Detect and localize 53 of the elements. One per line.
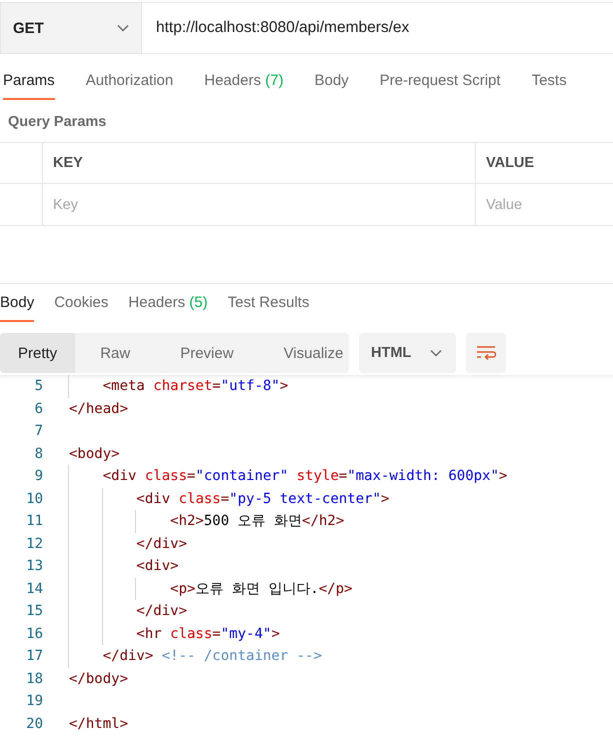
line-number: 7 (34, 423, 44, 440)
line-number: 9 (34, 468, 44, 484)
line-number: 20 (25, 716, 44, 732)
line-number: 10 (25, 490, 44, 507)
caret-icon (430, 349, 442, 357)
code-line: </div> (135, 603, 188, 620)
line-number: 16 (25, 626, 44, 642)
request-tab[interactable]: Tests (532, 72, 567, 100)
request-tab[interactable]: Authorization (86, 72, 174, 100)
request-tab[interactable]: Pre-request Script (380, 72, 501, 100)
code-line: <meta charset="utf-8"> (102, 378, 288, 394)
line-number: 18 (25, 670, 44, 687)
response-tab[interactable]: Test Results (228, 294, 310, 322)
line-number: 14 (25, 580, 44, 597)
wrap-lines-button[interactable] (466, 333, 506, 373)
code-line: <hr class="my-4"> (135, 626, 280, 642)
code-line: <h2>500 오류 화면</h2> (169, 512, 344, 530)
code-line: </html> (69, 716, 128, 732)
view-mode-option[interactable]: Preview (155, 333, 259, 373)
line-number: 8 (34, 446, 44, 462)
url-field[interactable]: http://localhost:8080/api/members/ex (141, 3, 613, 53)
request-tab[interactable]: Headers (7) (204, 72, 284, 100)
line-number: 5 (34, 378, 44, 394)
column-header: KEY (43, 143, 476, 184)
line-number: 13 (25, 558, 44, 574)
code-line: <body> (69, 446, 120, 462)
request-tab[interactable]: Params (3, 72, 55, 100)
line-number: 12 (25, 536, 44, 552)
view-mode-option[interactable]: Raw (75, 333, 156, 373)
response-tab[interactable]: Cookies (54, 294, 108, 322)
line-number: 6 (34, 400, 44, 417)
wrap-icon (476, 345, 496, 361)
code-line: <div class="py-5 text-center"> (135, 490, 390, 507)
line-number: 17 (25, 648, 44, 664)
code-line: <div class="container" style="max-width: 600px"> (102, 468, 508, 484)
line-number: 11 (25, 513, 44, 530)
code-line: </div> (135, 536, 188, 552)
line-number: 15 (25, 603, 44, 620)
method-dropdown[interactable]: GET (1, 3, 141, 53)
section-title: Query Params (8, 114, 106, 130)
format-dropdown[interactable]: HTML (359, 333, 456, 373)
code-line: <p>오류 화면 입니다.</p> (169, 580, 352, 598)
code-line: </div> <!-- /container --> (102, 648, 322, 664)
line-number: 19 (25, 693, 44, 710)
code-line: </head> (69, 400, 128, 417)
response-tab[interactable]: Headers (5) (128, 294, 208, 322)
request-tab[interactable]: Body (314, 72, 349, 100)
code-line: <div> (135, 558, 179, 574)
response-tab[interactable]: Body (0, 294, 34, 322)
view-mode-option[interactable]: Pretty (0, 333, 76, 373)
caret-icon (117, 24, 129, 32)
column-header: VALUE (476, 143, 613, 184)
code-line: </body> (69, 670, 128, 687)
